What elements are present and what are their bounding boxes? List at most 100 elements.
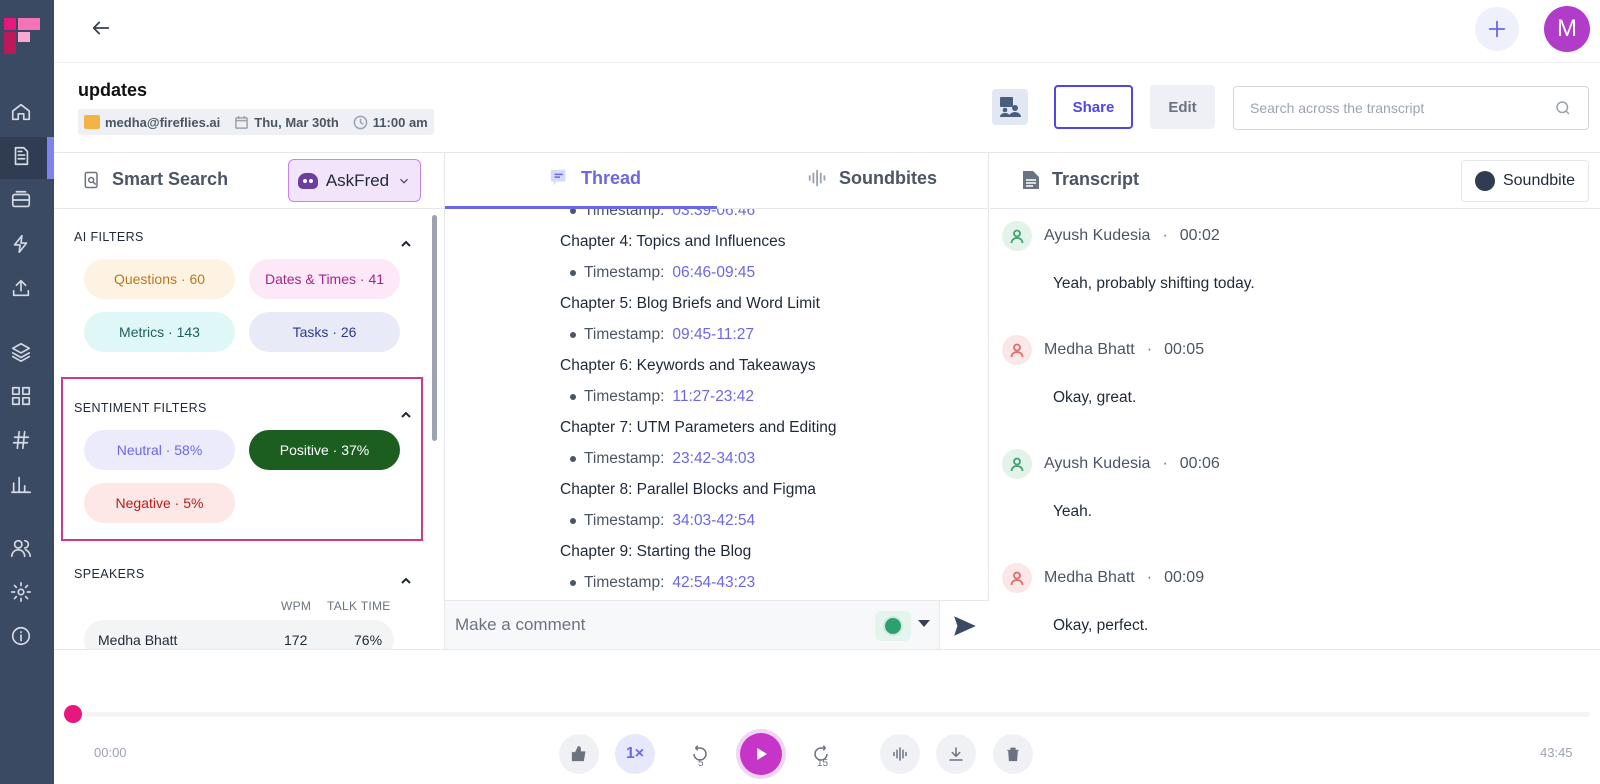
filter-tasks[interactable]: Tasks · 26: [249, 312, 400, 352]
utterance-text: Okay, great.: [1053, 389, 1137, 406]
filter-negative[interactable]: Negative · 5%: [84, 483, 235, 523]
meetings-icon[interactable]: [9, 188, 33, 212]
back-arrow-icon[interactable]: [90, 17, 114, 41]
user-icon: [1010, 343, 1024, 358]
tab-thread[interactable]: Thread: [549, 167, 641, 189]
visibility-button[interactable]: [875, 611, 911, 641]
speaker-avatar: [1002, 335, 1032, 365]
playback-speed-button[interactable]: 1×: [615, 734, 655, 774]
meeting-title: updates: [78, 80, 148, 100]
rewind-5-button[interactable]: 5: [680, 734, 720, 774]
upload-icon[interactable]: [9, 276, 33, 300]
meeting-meta: medha@fireflies.ai Thu, Mar 30th 11:00 a…: [78, 109, 434, 135]
participants-button[interactable]: [992, 89, 1028, 125]
filter-questions[interactable]: Questions · 60: [84, 259, 235, 299]
current-time: 00:00: [94, 745, 127, 760]
clock-icon: [353, 115, 368, 129]
chapter-title: Chapter 9: Starting the Blog: [560, 543, 752, 560]
playback-progress-track[interactable]: [72, 712, 1590, 717]
user-icon: [1010, 457, 1024, 472]
soundwave-icon: [808, 169, 826, 187]
transcript-title: Transcript: [1022, 169, 1139, 190]
thread-icon: [550, 169, 566, 186]
document-icon[interactable]: [9, 144, 33, 168]
analytics-icon[interactable]: [9, 472, 33, 496]
download-button[interactable]: [936, 734, 976, 774]
utterance-header[interactable]: Ayush Kudesia · 00:02: [1002, 221, 1220, 251]
edit-button[interactable]: Edit: [1150, 85, 1215, 129]
share-button[interactable]: Share: [1054, 85, 1133, 129]
chapter-timestamp: Timestamp: 09:45-11:27: [570, 326, 754, 344]
filters-panel-header: Smart Search AskFred: [54, 153, 444, 209]
trash-icon: [1007, 747, 1019, 762]
filter-positive[interactable]: Positive · 37%: [249, 430, 400, 470]
user-icon: [1010, 229, 1024, 244]
chapter-title: Chapter 7: UTM Parameters and Editing: [560, 419, 837, 436]
playback-scrubber-handle[interactable]: [64, 705, 82, 723]
filter-neutral[interactable]: Neutral · 58%: [84, 430, 235, 470]
forward-15-button[interactable]: 15: [801, 734, 841, 774]
info-icon[interactable]: [9, 624, 33, 648]
filters-panel: Smart Search AskFred AI FILTERS Question…: [54, 153, 445, 649]
utterance-text: Okay, perfect.: [1053, 617, 1149, 634]
collapse-ai-filters-icon[interactable]: [399, 237, 413, 251]
play-icon: [757, 748, 767, 760]
user-icon: [1010, 571, 1024, 586]
wpm-column-header: WPM: [281, 599, 312, 613]
filters-scrollbar[interactable]: [432, 215, 437, 441]
meta-email: medha@fireflies.ai: [84, 115, 220, 130]
askfred-button[interactable]: AskFred: [288, 159, 421, 202]
top-header: M: [54, 0, 1600, 63]
home-icon[interactable]: [9, 100, 33, 124]
ai-filters-title: AI FILTERS: [74, 230, 144, 244]
thread-panel: Thread Soundbites Timestamp: 03:39-06:46 …: [445, 153, 989, 650]
hashtag-icon[interactable]: [9, 428, 33, 452]
utterance-header[interactable]: Medha Bhatt · 00:09: [1002, 563, 1204, 593]
tab-soundbites[interactable]: Soundbites: [807, 167, 937, 189]
filter-metrics[interactable]: Metrics · 143: [84, 312, 235, 352]
send-icon: [953, 615, 976, 636]
visibility-dropdown-icon[interactable]: [918, 620, 930, 627]
calendar-icon: [235, 115, 249, 129]
team-icon[interactable]: [9, 536, 33, 560]
send-comment-button[interactable]: [939, 601, 989, 650]
plus-icon: [1488, 20, 1506, 38]
delete-button[interactable]: [993, 734, 1033, 774]
chapters-list: Timestamp: 03:39-06:46 Chapter 4: Topics …: [445, 209, 989, 595]
filter-dates-times[interactable]: Dates & Times · 41: [249, 259, 400, 299]
chapter-title: Chapter 6: Keywords and Takeaways: [560, 357, 816, 374]
utterance-header[interactable]: Medha Bhatt · 00:05: [1002, 335, 1204, 365]
transcript-search-input[interactable]: [1250, 100, 1554, 116]
collapse-sentiment-filters-icon[interactable]: [399, 408, 413, 422]
chapter-timestamp: Timestamp: 03:39-06:46: [570, 209, 755, 220]
robot-icon: [297, 172, 318, 189]
chapter-title: Chapter 4: Topics and Influences: [560, 233, 786, 250]
transcript-header: Transcript Soundbite: [990, 153, 1600, 209]
create-soundbite-button[interactable]: Soundbite: [1461, 160, 1589, 202]
speaker-avatar: [1002, 563, 1032, 593]
soundbite-clip-button[interactable]: [880, 734, 920, 774]
settings-gear-icon[interactable]: [9, 580, 33, 604]
smart-search-icon: [84, 171, 98, 188]
meta-time: 11:00 am: [353, 115, 428, 130]
collapse-speakers-icon[interactable]: [399, 574, 413, 588]
user-avatar[interactable]: M: [1544, 6, 1590, 52]
comment-input[interactable]: [455, 613, 855, 637]
lightning-icon[interactable]: [9, 232, 33, 256]
layers-icon[interactable]: [9, 340, 33, 364]
chapter-timestamp: Timestamp: 06:46-09:45: [570, 264, 755, 282]
transcript-search: [1233, 86, 1589, 130]
utterance-header[interactable]: Ayush Kudesia · 00:06: [1002, 449, 1220, 479]
thread-tabs: Thread Soundbites: [445, 153, 989, 209]
speaker-row[interactable]: Medha Bhatt 172 76%: [84, 620, 394, 649]
chapter-timestamp: Timestamp: 42:54-43:23: [570, 574, 755, 592]
apps-grid-icon[interactable]: [9, 384, 33, 408]
utterance-text: Yeah.: [1053, 503, 1093, 520]
search-icon[interactable]: [1554, 99, 1572, 117]
play-button[interactable]: [740, 733, 782, 775]
add-button[interactable]: [1475, 7, 1519, 51]
fireflies-logo[interactable]: [4, 16, 40, 56]
smart-search-tab[interactable]: Smart Search: [82, 169, 228, 190]
left-nav-rail: [0, 0, 54, 784]
reaction-button[interactable]: [559, 734, 599, 774]
